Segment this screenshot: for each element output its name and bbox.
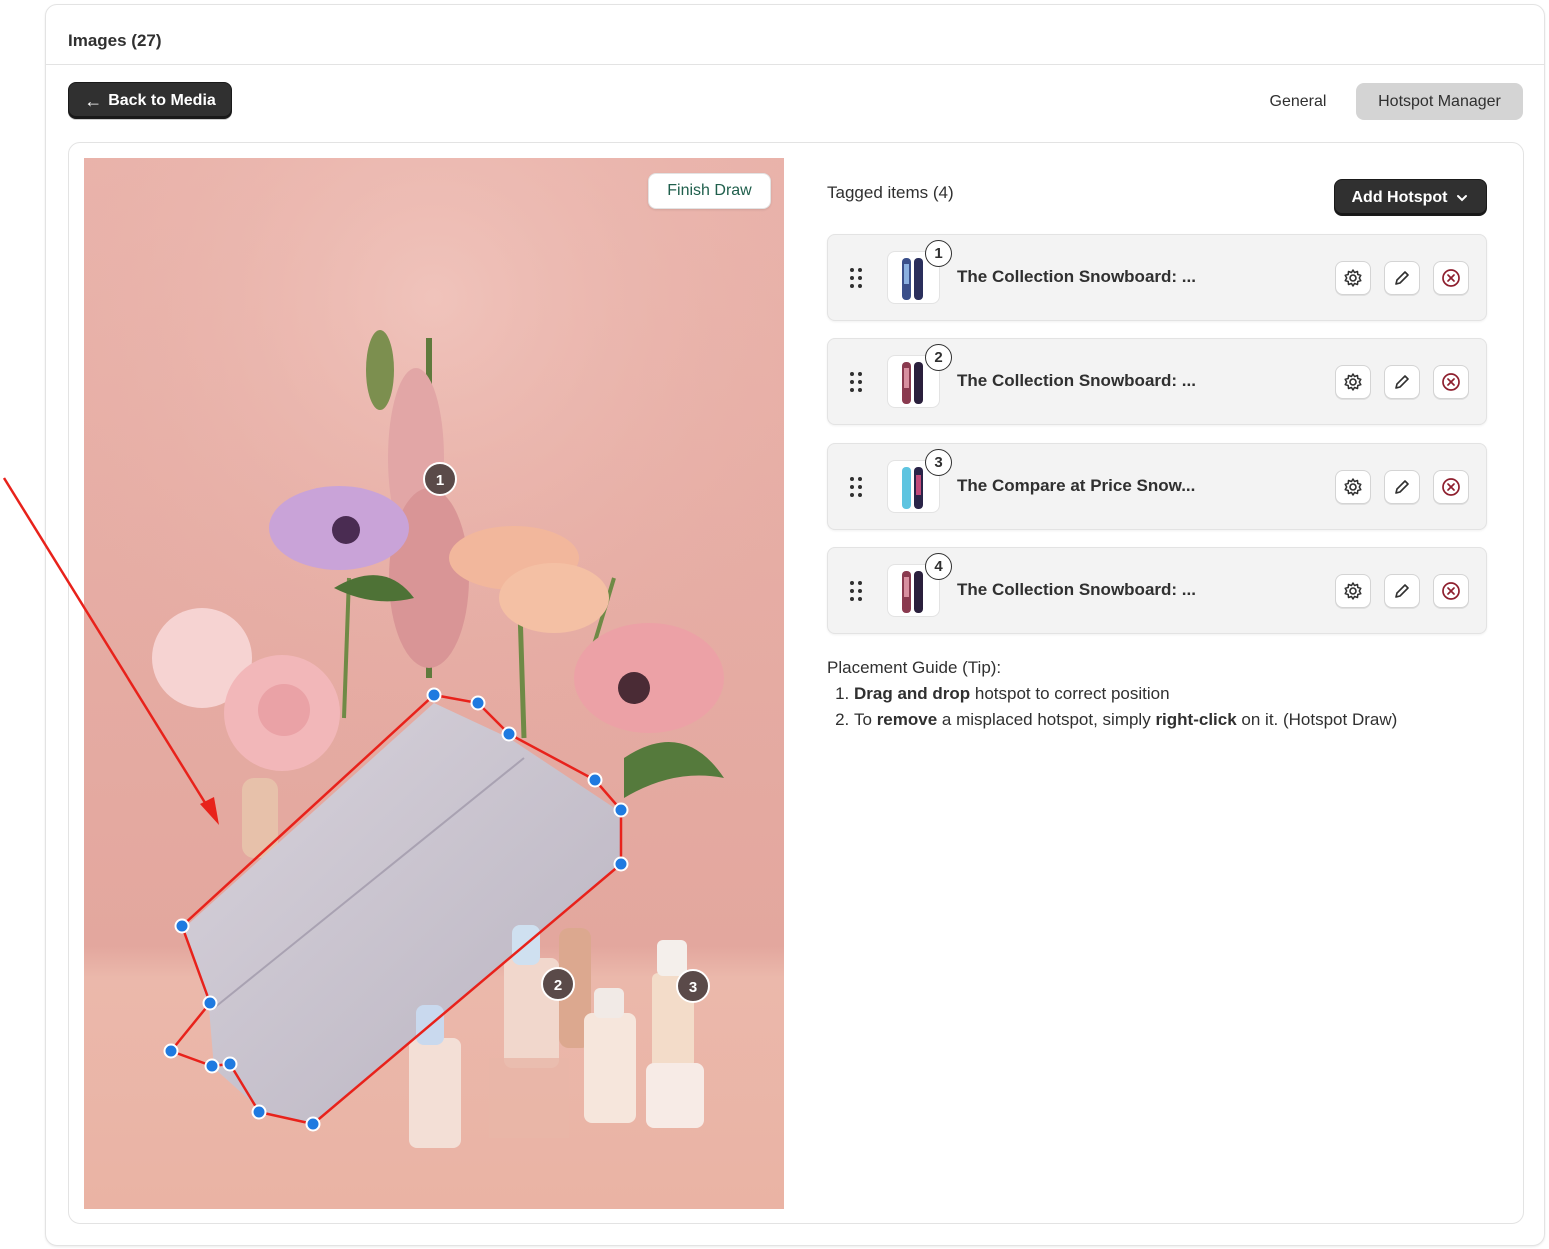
edit-button[interactable] (1384, 470, 1420, 504)
tagged-item[interactable]: 1 The Collection Snowboard: ... (827, 234, 1487, 321)
svg-text:2: 2 (554, 977, 562, 994)
pencil-icon (1395, 480, 1409, 494)
remove-circle-icon (1442, 478, 1460, 496)
back-to-media-button[interactable]: ← Back to Media (68, 82, 232, 119)
drag-handle-icon[interactable] (850, 372, 864, 392)
hotspot-marker-3: 3 (676, 969, 710, 1003)
item-name: The Collection Snowboard: ... (957, 371, 1196, 390)
settings-button[interactable] (1335, 261, 1371, 295)
gear-icon (1344, 582, 1362, 600)
item-name: The Compare at Price Snow... (957, 476, 1196, 495)
delete-button[interactable] (1433, 261, 1469, 295)
remove-circle-icon (1442, 269, 1460, 287)
remove-circle-icon (1442, 582, 1460, 600)
gear-icon (1344, 269, 1362, 287)
svg-text:3: 3 (689, 979, 697, 996)
delete-button[interactable] (1433, 470, 1469, 504)
tab-hotspot-manager[interactable]: Hotspot Manager (1356, 83, 1523, 120)
item-number-badge: 3 (925, 449, 952, 476)
edit-button[interactable] (1384, 261, 1420, 295)
gear-icon (1344, 373, 1362, 391)
chevron-down-icon (1457, 194, 1468, 201)
guide-step: To remove a misplaced hotspot, simply ri… (854, 707, 1397, 733)
tagged-item[interactable]: 2 The Collection Snowboard: ... (827, 338, 1487, 425)
item-name: The Collection Snowboard: ... (957, 580, 1196, 599)
back-label: Back to Media (108, 91, 216, 109)
edit-button[interactable] (1384, 365, 1420, 399)
edit-button[interactable] (1384, 574, 1420, 608)
remove-circle-icon (1442, 373, 1460, 391)
tab-general[interactable]: General (1250, 83, 1346, 120)
drag-handle-icon[interactable] (850, 268, 864, 288)
item-name: The Collection Snowboard: ... (957, 267, 1196, 286)
item-number-badge: 1 (925, 240, 952, 267)
images-card: Images (27) ← Back to Media General Hots… (45, 4, 1545, 1246)
settings-button[interactable] (1335, 574, 1371, 608)
guide-title: Placement Guide (Tip): (827, 658, 1002, 677)
add-hotspot-button[interactable]: Add Hotspot (1334, 179, 1487, 216)
settings-button[interactable] (1335, 365, 1371, 399)
pencil-icon (1395, 584, 1409, 598)
guide-steps: Drag and drop hotspot to correct positio… (854, 681, 1397, 733)
hotspot-marker-1: 1 (423, 462, 457, 496)
delete-button[interactable] (1433, 574, 1469, 608)
item-number-badge: 4 (925, 553, 952, 580)
svg-text:1: 1 (436, 472, 444, 489)
tagged-item[interactable]: 4 The Collection Snowboard: ... (827, 547, 1487, 634)
finish-draw-button[interactable]: Finish Draw (648, 173, 771, 209)
tagged-items-title: Tagged items (4) (827, 183, 954, 202)
drag-handle-icon[interactable] (850, 477, 864, 497)
arrow-left-icon: ← (84, 90, 103, 111)
hotspot-marker-2: 2 (541, 967, 575, 1001)
divider (46, 64, 1544, 65)
guide-step: Drag and drop hotspot to correct positio… (854, 681, 1397, 707)
add-hotspot-label: Add Hotspot (1351, 188, 1448, 206)
pencil-icon (1395, 375, 1409, 389)
gear-icon (1344, 478, 1362, 496)
settings-button[interactable] (1335, 470, 1371, 504)
pencil-icon (1395, 271, 1409, 285)
card-title: Images (27) (68, 31, 162, 50)
placement-guide: Placement Guide (Tip): Drag and drop hot… (827, 655, 1397, 733)
annotation-arrow-icon (2, 477, 219, 825)
delete-button[interactable] (1433, 365, 1469, 399)
drag-handle-icon[interactable] (850, 581, 864, 601)
tagged-item[interactable]: 3 The Compare at Price Snow... (827, 443, 1487, 530)
item-number-badge: 2 (925, 344, 952, 371)
